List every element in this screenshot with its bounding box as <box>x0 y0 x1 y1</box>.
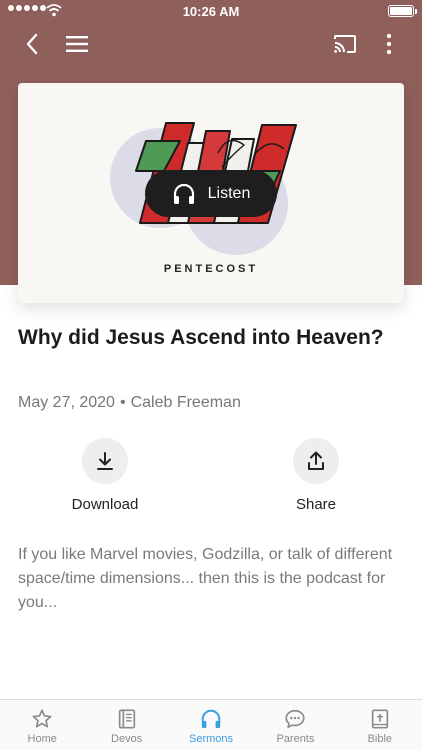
status-bar: 10:26 AM <box>0 0 422 22</box>
cast-button[interactable] <box>329 28 361 60</box>
share-button[interactable]: Share <box>261 438 371 513</box>
more-vertical-icon <box>386 33 392 55</box>
tab-home-label: Home <box>27 733 57 745</box>
tab-devos-label: Devos <box>111 733 143 745</box>
share-icon <box>308 451 324 470</box>
share-circle[interactable] <box>293 438 339 484</box>
star-icon <box>32 709 52 728</box>
sermon-title: Why did Jesus Ascend into Heaven? <box>18 326 384 349</box>
tab-bar: Home Devos Sermons Parents Bible <box>0 699 422 750</box>
listen-label: Listen <box>207 184 251 202</box>
status-time: 10:26 AM <box>182 4 240 19</box>
bible-icon <box>371 709 388 729</box>
tab-sermons-label: Sermons <box>189 733 234 745</box>
download-icon <box>97 452 113 470</box>
artwork-caption: PENTECOST <box>163 263 259 275</box>
sermon-description: If you like Marvel movies, Godzilla, or … <box>18 546 393 611</box>
more-options-button[interactable] <box>373 28 405 60</box>
chevron-left-icon <box>26 33 38 55</box>
cast-icon <box>334 35 356 53</box>
tab-parents-label: Parents <box>276 733 315 745</box>
book-icon <box>118 709 135 729</box>
back-button[interactable] <box>16 28 48 60</box>
battery-icon <box>388 5 417 17</box>
tab-sermons[interactable]: Sermons <box>169 700 253 750</box>
menu-button[interactable] <box>61 28 93 60</box>
meta-separator: • <box>119 394 126 411</box>
tab-devos[interactable]: Devos <box>84 700 168 750</box>
sermon-date: May 27, 2020 <box>18 394 115 411</box>
headphones-icon <box>201 709 221 729</box>
listen-button[interactable]: Listen <box>145 170 277 217</box>
tab-home[interactable]: Home <box>0 700 84 750</box>
tab-parents[interactable]: Parents <box>253 700 337 750</box>
sermon-speaker: Caleb Freeman <box>130 394 241 411</box>
download-button[interactable]: Download <box>50 438 160 513</box>
headphones-icon <box>173 183 194 204</box>
hamburger-menu-icon <box>66 36 88 52</box>
sermon-meta: May 27, 2020 • Caleb Freeman <box>18 394 241 412</box>
share-label: Share <box>295 496 337 513</box>
download-circle[interactable] <box>82 438 128 484</box>
download-label: Download <box>71 496 139 513</box>
chat-bubble-icon <box>285 709 305 729</box>
tab-bible[interactable]: Bible <box>338 700 422 750</box>
tab-bible-label: Bible <box>367 733 393 745</box>
